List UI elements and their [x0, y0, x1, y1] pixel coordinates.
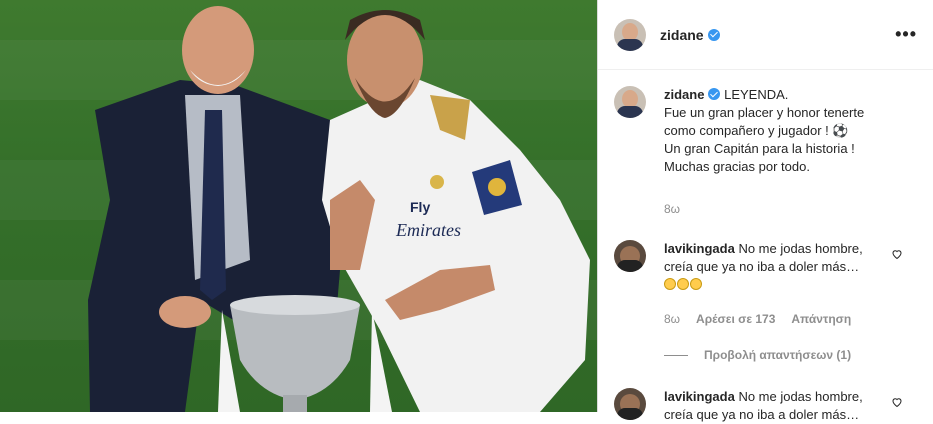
caption-line: Fue un gran placer y honor tenerte	[664, 105, 865, 120]
comment: lavikingada No me jodas hombre, creía qu…	[614, 240, 917, 364]
commenter-avatar[interactable]	[614, 388, 646, 420]
comments-area[interactable]: zidane LEYENDA. Fue un gran placer y hon…	[598, 70, 933, 424]
comment: lavikingada No me jodas hombre, creía qu…	[614, 388, 917, 424]
verified-badge-icon	[708, 88, 721, 100]
caption-line: como compañero y jugador ! ⚽	[664, 123, 849, 138]
comment-text: lavikingada No me jodas hombre, creía qu…	[664, 388, 917, 424]
comment-text: lavikingada No me jodas hombre, creía qu…	[664, 240, 917, 294]
replies-divider	[664, 354, 688, 356]
more-options-icon[interactable]: •••	[895, 24, 917, 45]
comment-time: 8ω	[664, 312, 681, 326]
caption-line: LEYENDA.	[724, 87, 789, 102]
commenter-username[interactable]: lavikingada	[664, 241, 735, 256]
reply-button[interactable]: Απάντηση	[791, 310, 851, 328]
laughing-emoji-icon	[664, 277, 703, 292]
like-heart-icon[interactable]	[891, 248, 903, 260]
like-heart-icon[interactable]	[891, 396, 903, 408]
comment-line: No me jodas hombre,	[738, 241, 863, 256]
author-avatar[interactable]	[614, 18, 646, 51]
caption-username[interactable]: zidane	[664, 87, 704, 102]
caption-text: zidane LEYENDA. Fue un gran placer y hon…	[664, 86, 917, 176]
commenter-username[interactable]: lavikingada	[664, 389, 735, 404]
caption-avatar[interactable]	[614, 86, 646, 118]
view-replies-label: Προβολή απαντήσεων (1)	[704, 348, 852, 362]
caption-line: Un gran Capitán para la historia !	[664, 141, 855, 156]
post-header: zidane •••	[598, 0, 933, 70]
sponsor-line1: Fly	[410, 199, 430, 215]
caption-line: Muchas gracias por todo.	[664, 159, 810, 174]
caption: zidane LEYENDA. Fue un gran placer y hon…	[614, 86, 917, 176]
instagram-post: Fly Emirates zidane ••• zidane LEYENDA. …	[0, 0, 933, 422]
sponsor-line2: Emirates	[395, 220, 461, 240]
photo-illustration: Fly Emirates	[88, 6, 590, 412]
comment-line: No me jodas hombre,	[738, 389, 863, 404]
comment-line: creía que ya no iba a doler más…	[664, 259, 860, 274]
commenter-avatar[interactable]	[614, 240, 646, 272]
post-side-panel: zidane ••• zidane LEYENDA. Fue un gran p…	[597, 0, 933, 422]
header-username[interactable]: zidane	[660, 27, 704, 43]
view-replies-button[interactable]: Προβολή απαντήσεων (1)	[664, 346, 917, 364]
comment-line: creía que ya no iba a doler más…	[664, 407, 860, 422]
verified-badge-icon	[707, 28, 720, 41]
comment-likes[interactable]: Αρέσει σε 173	[696, 310, 775, 328]
comment-meta: 8ω Αρέσει σε 173 Απάντηση	[664, 310, 917, 328]
caption-time: 8ω	[664, 202, 681, 216]
post-photo[interactable]: Fly Emirates	[0, 0, 597, 412]
